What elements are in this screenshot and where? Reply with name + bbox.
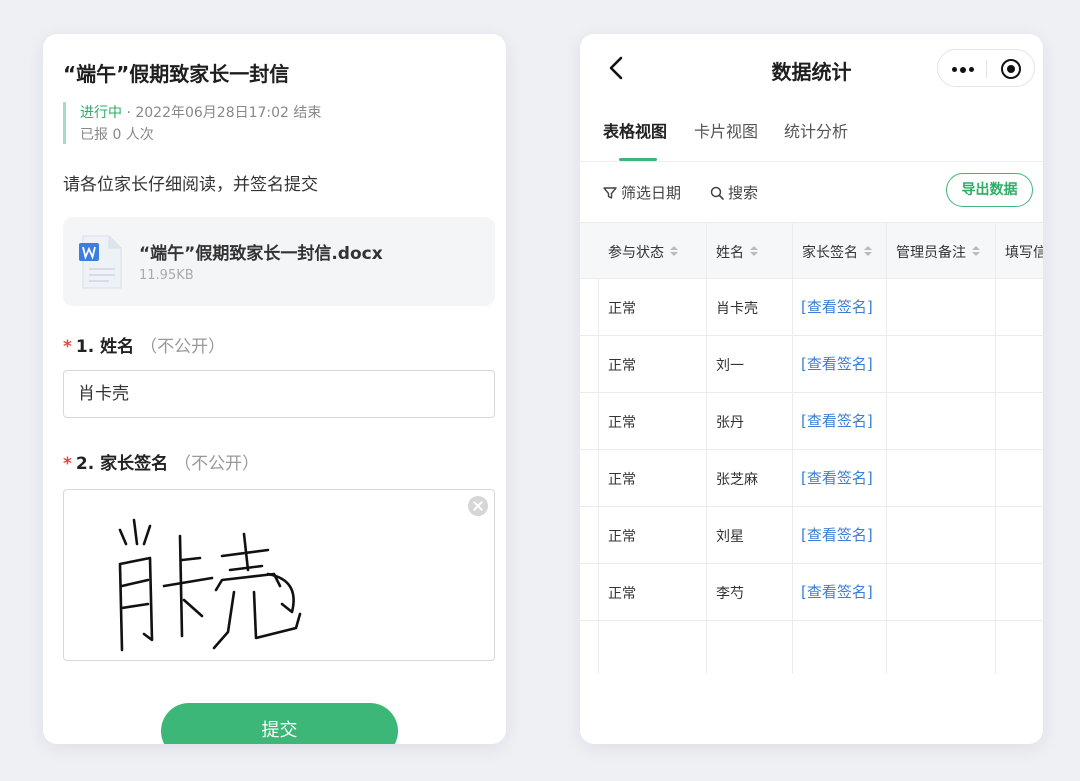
status-cell: 正常: [608, 529, 636, 545]
search-icon: [710, 186, 724, 200]
export-data-button[interactable]: 导出数据: [946, 173, 1033, 207]
status-cell: 正常: [608, 415, 636, 431]
mini-program-capsule: [937, 49, 1035, 87]
name-input[interactable]: 肖卡壳: [63, 370, 495, 418]
required-mark: *: [63, 454, 72, 474]
capsule-divider: [986, 60, 987, 78]
attachment-name: “端午”假期致家长一封信.docx: [139, 244, 383, 264]
sort-icon: [864, 246, 872, 256]
table-row-empty: [580, 621, 1043, 674]
attachment-size: 11.95KB: [139, 268, 194, 283]
responses-table: 参与状态 姓名 家长签名 管理员备注 填写信 正常 肖卡壳 [查看签名] 正常 …: [580, 222, 1043, 674]
column-header[interactable]: 参与状态: [608, 242, 678, 262]
column-header[interactable]: 家长签名: [802, 242, 872, 262]
stats-card: 数据统计 表格视图 卡片视图 统计分析 筛选日期 搜索 导出数据 参与状态 姓名…: [580, 34, 1043, 744]
column-header[interactable]: 姓名: [716, 242, 758, 262]
view-signature-link[interactable]: [查看签名]: [801, 524, 873, 545]
search-label: 搜索: [728, 184, 759, 202]
status-badge: 进行中: [80, 105, 122, 121]
form-title: “端午”假期致家长一封信: [63, 62, 290, 86]
table-row: 正常 肖卡壳 [查看签名]: [580, 279, 1043, 336]
column-header[interactable]: 填写信: [1005, 242, 1043, 262]
question-number: 1. 姓名: [75, 337, 135, 357]
column-header-label: 姓名: [716, 245, 744, 261]
status-cell: 正常: [608, 586, 636, 602]
question-visibility: （不公开）: [140, 337, 226, 357]
form-description: 请各位家长仔细阅读，并签名提交: [63, 175, 318, 195]
column-divider: [706, 222, 707, 674]
view-signature-link[interactable]: [查看签名]: [801, 296, 873, 317]
column-header-label: 管理员备注: [896, 245, 966, 261]
table-row: 正常 张丹 [查看签名]: [580, 393, 1043, 450]
status-cell: 正常: [608, 358, 636, 374]
form-card: “端午”假期致家长一封信 进行中 · 2022年06月28日17:02 结束 已…: [43, 34, 506, 744]
handwritten-signature: [118, 518, 302, 652]
table-header: 参与状态 姓名 家长签名 管理员备注 填写信: [580, 222, 1043, 279]
signature-pad[interactable]: [63, 489, 495, 661]
status-deadline: · 2022年06月28日17:02 结束: [122, 105, 322, 121]
filter-date-button[interactable]: 筛选日期: [603, 182, 681, 203]
view-tabs: 表格视图 卡片视图 统计分析: [580, 114, 1043, 162]
view-signature-link[interactable]: [查看签名]: [801, 581, 873, 602]
filter-icon: [603, 187, 617, 199]
required-mark: *: [63, 337, 72, 357]
name-cell: 李芍: [716, 586, 744, 602]
column-header[interactable]: 管理员备注: [896, 242, 980, 262]
table-row: 正常 张芝麻 [查看签名]: [580, 450, 1043, 507]
name-cell: 张芝麻: [716, 472, 758, 488]
name-cell: 刘一: [716, 358, 744, 374]
name-cell: 张丹: [716, 415, 744, 431]
table-toolbar: 筛选日期 搜索 导出数据: [580, 163, 1043, 221]
column-header-label: 填写信: [1005, 245, 1043, 261]
column-divider: [886, 222, 887, 674]
question-name-label: * 1. 姓名 （不公开）: [63, 332, 225, 357]
table-row: 正常 李芍 [查看签名]: [580, 564, 1043, 621]
tab-statistics[interactable]: 统计分析: [784, 118, 848, 142]
name-cell: 肖卡壳: [716, 301, 758, 317]
sort-icon: [670, 246, 678, 256]
form-status-block: 进行中 · 2022年06月28日17:02 结束 已报 0 人次: [63, 102, 363, 144]
status-cell: 正常: [608, 301, 636, 317]
table-row: 正常 刘一 [查看签名]: [580, 336, 1043, 393]
attachment-card[interactable]: “端午”假期致家长一封信.docx 11.95KB: [63, 217, 495, 306]
submit-button[interactable]: 提交: [161, 703, 398, 744]
column-header-label: 家长签名: [802, 245, 858, 261]
tab-card-view[interactable]: 卡片视图: [694, 118, 758, 142]
filter-date-label: 筛选日期: [621, 184, 682, 202]
clear-signature-icon[interactable]: [468, 496, 488, 516]
table-row: 正常 刘星 [查看签名]: [580, 507, 1043, 564]
word-document-icon: [79, 235, 122, 289]
report-count: 已报 0 人次: [80, 127, 154, 143]
sort-icon: [972, 246, 980, 256]
more-options-icon[interactable]: [952, 66, 976, 73]
sort-icon: [750, 246, 758, 256]
column-divider: [995, 222, 996, 674]
active-tab-indicator: [619, 158, 657, 161]
search-button[interactable]: 搜索: [710, 182, 758, 203]
question-visibility: （不公开）: [174, 454, 260, 474]
tab-table-view[interactable]: 表格视图: [603, 118, 667, 142]
close-miniprogram-icon[interactable]: [1001, 59, 1021, 79]
view-signature-link[interactable]: [查看签名]: [801, 353, 873, 374]
column-header-label: 参与状态: [608, 245, 664, 261]
column-divider: [792, 222, 793, 674]
question-number: 2. 家长签名: [75, 454, 169, 474]
form-status: 进行中 · 2022年06月28日17:02 结束: [80, 102, 321, 122]
question-signature-label: * 2. 家长签名 （不公开）: [63, 449, 259, 474]
status-cell: 正常: [608, 472, 636, 488]
name-cell: 刘星: [716, 529, 744, 545]
view-signature-link[interactable]: [查看签名]: [801, 410, 873, 431]
column-divider: [598, 279, 599, 674]
view-signature-link[interactable]: [查看签名]: [801, 467, 873, 488]
